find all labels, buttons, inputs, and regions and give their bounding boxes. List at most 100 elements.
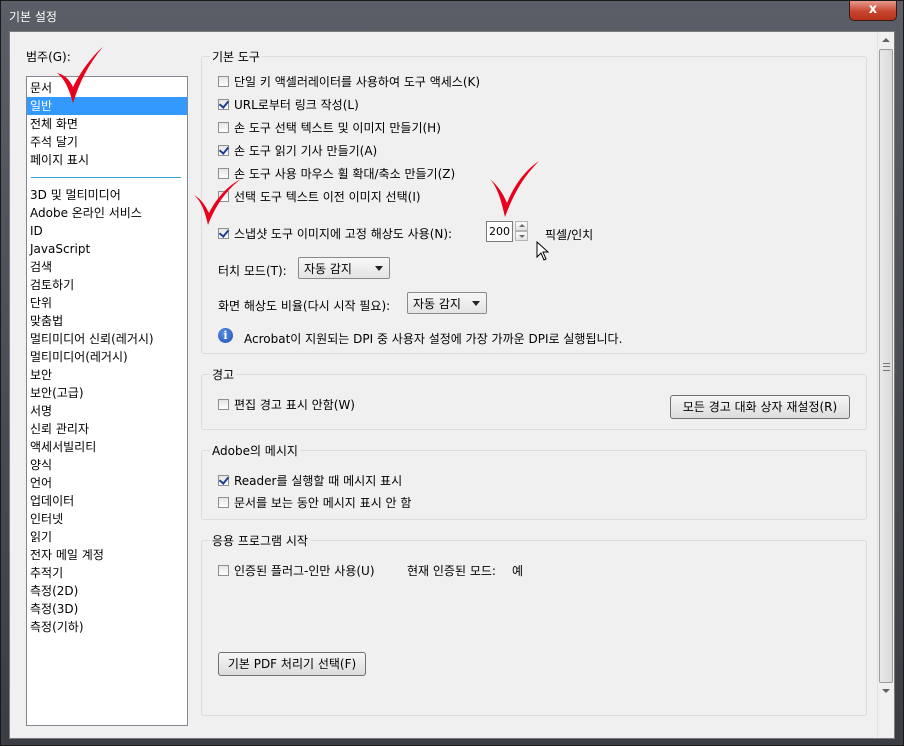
checkbox[interactable] (218, 497, 229, 508)
category-item[interactable]: 3D 및 멀티미디어 (27, 186, 187, 204)
spin-down-icon[interactable] (515, 231, 528, 241)
basic-tool-option[interactable]: URL로부터 링크 작성(L) (218, 96, 359, 113)
scroll-down-icon[interactable] (878, 683, 894, 700)
title-bar[interactable]: 기본 설정 x (1, 1, 903, 31)
cert-mode-label: 현재 인증된 모드: (407, 564, 496, 578)
vertical-scrollbar[interactable] (877, 32, 894, 738)
category-item[interactable]: 검토하기 (27, 276, 187, 294)
checkbox[interactable] (218, 475, 229, 486)
basic-tool-option[interactable]: 단일 키 액셀러레이터를 사용하여 도구 액세스(K) (218, 73, 480, 90)
chevron-down-icon (375, 266, 383, 271)
select-value: 자동 감지 (413, 296, 461, 311)
categories-list[interactable]: 문서 일반 전체 화면 주석 달기 페이지 표시 3D 및 멀티미디어 Adobe 온라인 … (26, 76, 188, 726)
checkbox[interactable] (218, 145, 229, 156)
touch-mode-label: 터치 모드(T): (218, 264, 287, 278)
category-item[interactable]: 전체 화면 (27, 115, 187, 133)
info-text: Acrobat이 지원되는 DPI 중 사용자 설정에 가장 가까운 DPI로 … (244, 332, 623, 346)
snapshot-fixed-resolution-option[interactable]: 스냅샷 도구 이미지에 고정 해상도 사용(N): (218, 225, 452, 242)
scroll-thumb[interactable] (879, 49, 893, 683)
cert-mode-value: 예 (512, 564, 524, 578)
basic-tool-option[interactable]: 손 도구 읽기 기사 만들기(A) (218, 142, 377, 159)
basic-tool-option[interactable]: 손 도구 선택 텍스트 및 이미지 만들기(H) (218, 119, 441, 136)
checkbox[interactable] (218, 565, 229, 576)
category-item[interactable]: 검색 (27, 258, 187, 276)
option-label: 단일 키 액셀러레이터를 사용하여 도구 액세스(K) (234, 75, 481, 89)
category-item[interactable]: 양식 (27, 456, 187, 474)
chevron-down-icon (472, 301, 480, 306)
category-item[interactable]: 단위 (27, 294, 187, 312)
basic-tool-option[interactable]: 손 도구 사용 마우스 휠 확대/축소 만들기(Z) (218, 165, 455, 182)
option-label: 스냅샷 도구 이미지에 고정 해상도 사용(N): (234, 227, 453, 241)
category-separator (31, 177, 181, 178)
category-item[interactable]: 업데이터 (27, 492, 187, 510)
checkbox[interactable] (218, 399, 229, 410)
category-item[interactable]: 추적기 (27, 564, 187, 582)
category-item[interactable]: 전자 메일 계정 (27, 546, 187, 564)
adobe-message-option[interactable]: 문서를 보는 동안 메시지 표시 안 함 (218, 494, 411, 511)
option-label: 선택 도구 텍스트 이전 이미지 선택(I) (234, 190, 421, 204)
checkbox[interactable] (218, 99, 229, 110)
resolution-spinner[interactable] (515, 221, 528, 242)
category-item[interactable]: 일반 (27, 97, 187, 115)
option-label: 편집 경고 표시 안함(W) (234, 398, 355, 412)
option-label: Reader를 실행할 때 메시지 표시 (234, 474, 403, 488)
category-item[interactable]: 측정(3D) (27, 600, 187, 618)
group-title: 기본 도구 (210, 48, 262, 65)
category-item[interactable]: 인터넷 (27, 510, 187, 528)
certified-plugins-option[interactable]: 인증된 플러그-인만 사용(U) (218, 562, 375, 579)
group-title: Adobe의 메시지 (210, 442, 300, 459)
mouse-cursor-icon (536, 241, 550, 261)
category-item[interactable]: 서명 (27, 402, 187, 420)
category-item[interactable]: 멀티미디어 신뢰(레거시) (27, 330, 187, 348)
category-item[interactable]: 페이지 표시 (27, 151, 187, 169)
category-item[interactable]: 문서 (27, 79, 187, 97)
group-title: 응용 프로그램 시작 (210, 532, 310, 549)
category-item[interactable]: 맞춤법 (27, 312, 187, 330)
category-item[interactable]: 액세서빌리티 (27, 438, 187, 456)
category-item[interactable]: 보안(고급) (27, 384, 187, 402)
category-item[interactable]: 주석 달기 (27, 133, 187, 151)
option-label: 인증된 플러그-인만 사용(U) (234, 564, 375, 578)
category-item[interactable]: 멀티미디어(레거시) (27, 348, 187, 366)
screen-resolution-select[interactable]: 자동 감지 (407, 292, 487, 314)
checkbox[interactable] (218, 76, 229, 87)
spin-up-icon[interactable] (515, 221, 528, 231)
category-item[interactable]: 측정(기하) (27, 618, 187, 636)
default-pdf-handler-button[interactable]: 기본 PDF 처리기 선택(F) (218, 652, 366, 676)
resolution-unit: 픽셀/인치 (545, 228, 594, 242)
option-label: URL로부터 링크 작성(L) (234, 98, 359, 112)
client-area: 범주(G): 문서 일반 전체 화면 주석 달기 페이지 표시 3D 및 멀티미디어 Ado… (9, 31, 895, 739)
category-item[interactable]: JavaScript (27, 240, 187, 258)
option-label: 손 도구 읽기 기사 만들기(A) (234, 144, 378, 158)
red-check-icon (194, 179, 241, 225)
window-title: 기본 설정 (9, 10, 57, 24)
edit-warning-option[interactable]: 편집 경고 표시 안함(W) (218, 396, 355, 413)
red-check-icon (57, 47, 103, 103)
group-title: 경고 (210, 366, 237, 383)
category-item[interactable]: 보안 (27, 366, 187, 384)
info-icon: i (218, 328, 233, 343)
checkbox[interactable] (218, 122, 229, 133)
app-startup-group: 응용 프로그램 시작 인증된 플러그-인만 사용(U) 현재 인증된 모드: 예… (201, 532, 867, 716)
red-check-icon (490, 161, 539, 217)
option-label: 손 도구 선택 텍스트 및 이미지 만들기(H) (234, 121, 441, 135)
close-button[interactable]: x (849, 1, 897, 21)
grip-icon (883, 363, 890, 371)
adobe-message-option[interactable]: Reader를 실행할 때 메시지 표시 (218, 472, 402, 489)
touch-mode-select[interactable]: 자동 감지 (298, 257, 390, 279)
category-item[interactable]: Adobe 온라인 서비스 (27, 204, 187, 222)
category-item[interactable]: 읽기 (27, 528, 187, 546)
preferences-window: 기본 설정 x 범주(G): 문서 일반 전체 화면 주석 달기 페이지 표시 3D 및 … (0, 0, 904, 746)
category-item[interactable]: 측정(2D) (27, 582, 187, 600)
category-item[interactable]: ID (27, 222, 187, 240)
resolution-input[interactable]: 200 (486, 221, 513, 242)
adobe-messages-group: Adobe의 메시지 Reader를 실행할 때 메시지 표시문서를 보는 동안… (201, 442, 867, 520)
select-value: 자동 감지 (304, 261, 352, 276)
category-item[interactable]: 언어 (27, 474, 187, 492)
basic-tool-option[interactable]: 선택 도구 텍스트 이전 이미지 선택(I) (218, 188, 421, 205)
reset-warnings-button[interactable]: 모든 경고 대화 상자 재설정(R) (670, 395, 850, 419)
checkbox[interactable] (218, 228, 229, 239)
scroll-up-icon[interactable] (878, 32, 894, 49)
category-item[interactable]: 신뢰 관리자 (27, 420, 187, 438)
screen-resolution-label: 화면 해상도 비율(다시 시작 필요): (218, 299, 391, 313)
